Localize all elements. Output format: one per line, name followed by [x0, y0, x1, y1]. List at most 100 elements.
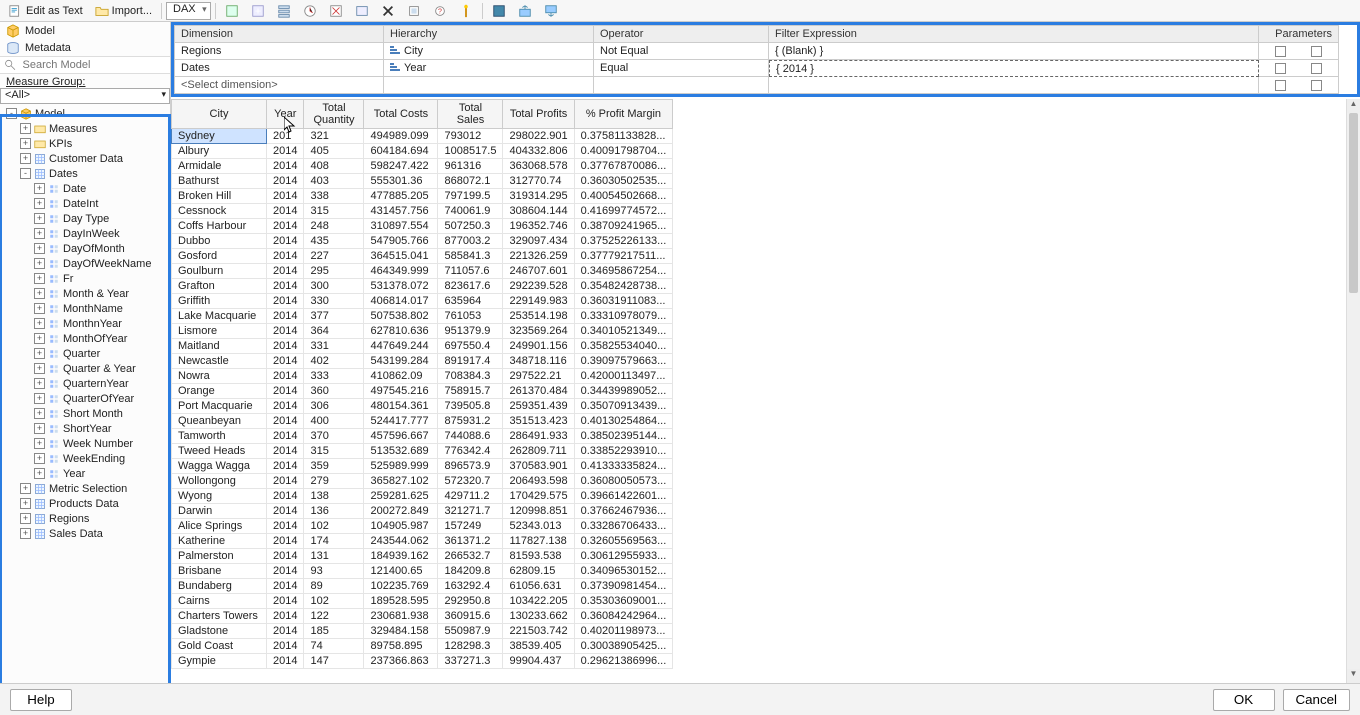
- help-button[interactable]: Help: [10, 689, 72, 711]
- tree-toggle-icon[interactable]: +: [34, 303, 45, 314]
- measure-group-dropdown[interactable]: <All>: [0, 88, 170, 104]
- grid-row[interactable]: Gold Coast20147489758.895128298.338539.4…: [172, 639, 673, 654]
- edit-as-text-button[interactable]: Edit as Text: [4, 2, 88, 20]
- filter-row[interactable]: Regions City Not Equal { (Blank) }: [174, 43, 1357, 60]
- tree-toggle-icon[interactable]: +: [34, 288, 45, 299]
- tree-toggle-icon[interactable]: +: [34, 243, 45, 254]
- grid-column-header[interactable]: Total Profits: [503, 100, 574, 129]
- tree-node[interactable]: +Customer Data: [0, 151, 170, 166]
- toolbar-icon-11[interactable]: [487, 2, 511, 20]
- scroll-up-icon[interactable]: ▲: [1347, 99, 1360, 113]
- tree-toggle-icon[interactable]: +: [34, 333, 45, 344]
- tree-node[interactable]: +Month & Year: [0, 286, 170, 301]
- tree-toggle-icon[interactable]: +: [34, 183, 45, 194]
- tree-toggle-icon[interactable]: +: [34, 408, 45, 419]
- cancel-button[interactable]: Cancel: [1283, 689, 1351, 711]
- grid-row[interactable]: Goulburn2014295464349.999711057.6246707.…: [172, 264, 673, 279]
- tree-toggle-icon[interactable]: +: [34, 468, 45, 479]
- tree-node[interactable]: +DayOfMonth: [0, 241, 170, 256]
- grid-row[interactable]: Broken Hill2014338477885.205797199.53193…: [172, 189, 673, 204]
- grid-row[interactable]: Wagga Wagga2014359525989.999896573.93705…: [172, 459, 673, 474]
- param-checkbox[interactable]: [1311, 63, 1322, 74]
- tree-toggle-icon[interactable]: +: [34, 318, 45, 329]
- toolbar-icon-10[interactable]: [454, 2, 478, 20]
- grid-row[interactable]: Griffith2014330406814.017635964229149.98…: [172, 294, 673, 309]
- tree-node[interactable]: +QuarternYear: [0, 376, 170, 391]
- grid-column-header[interactable]: % Profit Margin: [574, 100, 673, 129]
- tree-node[interactable]: -Dates: [0, 166, 170, 181]
- grid-column-header[interactable]: Total Quantity: [304, 100, 364, 129]
- tree-toggle-icon[interactable]: +: [34, 438, 45, 449]
- param-checkbox[interactable]: [1311, 80, 1322, 91]
- tree-node[interactable]: +Date: [0, 181, 170, 196]
- toolbar-icon-7[interactable]: [376, 2, 400, 20]
- grid-row[interactable]: Bathurst2014403555301.36868072.1312770.7…: [172, 174, 673, 189]
- param-checkbox[interactable]: [1275, 63, 1286, 74]
- ok-button[interactable]: OK: [1213, 689, 1275, 711]
- tree-toggle-icon[interactable]: +: [20, 528, 31, 539]
- toolbar-icon-9[interactable]: ?: [428, 2, 452, 20]
- tree-node[interactable]: +Fr: [0, 271, 170, 286]
- tree-node[interactable]: +Quarter: [0, 346, 170, 361]
- tree-node[interactable]: +DateInt: [0, 196, 170, 211]
- tree-toggle-icon[interactable]: +: [20, 483, 31, 494]
- grid-row[interactable]: Wollongong2014279365827.102572320.720649…: [172, 474, 673, 489]
- tree-toggle-icon[interactable]: +: [34, 213, 45, 224]
- grid-row[interactable]: Gympie2014147237366.863337271.399904.437…: [172, 654, 673, 669]
- results-grid[interactable]: CityYearTotal QuantityTotal CostsTotal S…: [171, 99, 673, 669]
- grid-row[interactable]: Newcastle2014402543199.284891917.4348718…: [172, 354, 673, 369]
- grid-row[interactable]: Armidale2014408598247.422961316363068.57…: [172, 159, 673, 174]
- tree-node[interactable]: +MonthnYear: [0, 316, 170, 331]
- grid-row[interactable]: Darwin2014136200272.849321271.7120998.85…: [172, 504, 673, 519]
- tree-node[interactable]: +ShortYear: [0, 421, 170, 436]
- grid-row[interactable]: Tamworth2014370457596.667744088.6286491.…: [172, 429, 673, 444]
- tree-node[interactable]: +WeekEnding: [0, 451, 170, 466]
- tree-toggle-icon[interactable]: +: [34, 198, 45, 209]
- grid-column-header[interactable]: Total Sales: [438, 100, 503, 129]
- toolbar-icon-6[interactable]: [350, 2, 374, 20]
- tree-node[interactable]: +MonthOfYear: [0, 331, 170, 346]
- toolbar-icon-1[interactable]: [220, 2, 244, 20]
- tree-toggle-icon[interactable]: +: [20, 513, 31, 524]
- tree-toggle-icon[interactable]: +: [34, 378, 45, 389]
- tree-node[interactable]: +Year: [0, 466, 170, 481]
- tree-toggle-icon[interactable]: +: [34, 228, 45, 239]
- tree-toggle-icon[interactable]: +: [34, 423, 45, 434]
- tree-node[interactable]: +MonthName: [0, 301, 170, 316]
- language-dropdown[interactable]: DAX: [166, 2, 211, 20]
- grid-row[interactable]: Grafton2014300531378.072823617.6292239.5…: [172, 279, 673, 294]
- results-grid-wrap[interactable]: CityYearTotal QuantityTotal CostsTotal S…: [171, 99, 1360, 683]
- grid-row[interactable]: Gosford2014227364515.041585841.3221326.2…: [172, 249, 673, 264]
- grid-row[interactable]: Coffs Harbour2014248310897.554507250.319…: [172, 219, 673, 234]
- param-checkbox[interactable]: [1275, 46, 1286, 57]
- scroll-down-icon[interactable]: ▼: [1347, 669, 1360, 683]
- tree-node[interactable]: -Model: [0, 106, 170, 121]
- toolbar-icon-5[interactable]: [324, 2, 348, 20]
- tree-node[interactable]: +Week Number: [0, 436, 170, 451]
- toolbar-icon-2[interactable]: [246, 2, 270, 20]
- tree-node[interactable]: +Regions: [0, 511, 170, 526]
- grid-row[interactable]: Lake Macquarie2014377507538.802761053253…: [172, 309, 673, 324]
- tree-toggle-icon[interactable]: -: [20, 168, 31, 179]
- grid-column-header[interactable]: Year: [267, 100, 304, 129]
- tree-toggle-icon[interactable]: +: [20, 138, 31, 149]
- tree-node[interactable]: +KPIs: [0, 136, 170, 151]
- grid-row[interactable]: Gladstone2014185329484.158550987.9221503…: [172, 624, 673, 639]
- grid-row[interactable]: Brisbane201493121400.65184209.862809.150…: [172, 564, 673, 579]
- vertical-scrollbar[interactable]: ▲ ▼: [1346, 99, 1360, 683]
- tree-toggle-icon[interactable]: +: [20, 498, 31, 509]
- grid-row[interactable]: Queanbeyan2014400524417.777875931.235151…: [172, 414, 673, 429]
- grid-row[interactable]: Cairns2014102189528.595292950.8103422.20…: [172, 594, 673, 609]
- import-button[interactable]: Import...: [90, 2, 157, 20]
- grid-row[interactable]: Lismore2014364627810.636951379.9323569.2…: [172, 324, 673, 339]
- tree-toggle-icon[interactable]: +: [34, 273, 45, 284]
- grid-row[interactable]: Nowra2014333410862.09708384.3297522.210.…: [172, 369, 673, 384]
- tree-toggle-icon[interactable]: +: [34, 258, 45, 269]
- grid-row[interactable]: Dubbo2014435547905.766877003.2329097.434…: [172, 234, 673, 249]
- grid-row[interactable]: Katherine2014174243544.062361371.2117827…: [172, 534, 673, 549]
- toolbar-icon-4[interactable]: [298, 2, 322, 20]
- tree-node[interactable]: +DayOfWeekName: [0, 256, 170, 271]
- tree-node[interactable]: +DayInWeek: [0, 226, 170, 241]
- param-checkbox[interactable]: [1275, 80, 1286, 91]
- tree-toggle-icon[interactable]: +: [20, 123, 31, 134]
